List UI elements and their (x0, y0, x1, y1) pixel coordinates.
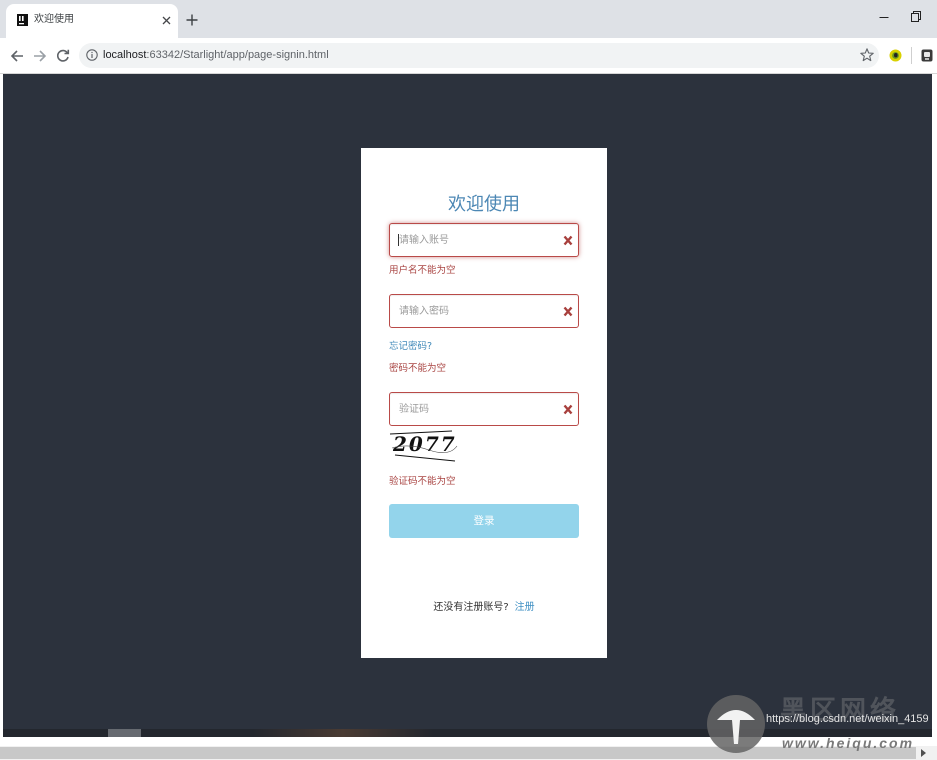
password-error: 密码不能为空 (389, 363, 447, 374)
scroll-right-icon[interactable] (920, 749, 927, 757)
url-text[interactable]: localhost:63342/Starlight/app/page-signi… (103, 48, 329, 63)
captcha-input[interactable] (389, 392, 579, 426)
browser-tab[interactable]: 欢迎使用 (6, 4, 178, 38)
page-bottom-block (108, 729, 141, 737)
scrollbar-thumb[interactable] (0, 747, 916, 759)
register-prompt: 还没有注册账号? (433, 602, 509, 613)
signin-card: 欢迎使用 用户名不能为空 忘记密码? 密码不能为空 2077 验证码不能为空 登… (361, 148, 607, 658)
tab-title: 欢迎使用 (34, 14, 74, 25)
watermark-site: www.heiqu.com (782, 735, 915, 751)
captcha-error: 验证码不能为空 (389, 476, 456, 487)
new-tab-button[interactable] (186, 14, 198, 26)
username-input[interactable] (389, 223, 579, 257)
info-icon[interactable] (86, 49, 98, 61)
reload-button[interactable] (56, 49, 70, 63)
browser-toolbar: localhost:63342/Starlight/app/page-signi… (0, 38, 937, 74)
url-path: :63342/Starlight/app/page-signin.html (146, 49, 329, 61)
yellow-extension-icon[interactable] (889, 49, 902, 62)
captcha-image[interactable]: 2077 (389, 428, 458, 462)
tab-strip: 欢迎使用 (0, 0, 937, 38)
register-link[interactable]: 注册 (515, 602, 535, 613)
password-input[interactable] (389, 294, 579, 328)
reload-icon (57, 49, 70, 62)
restore-window-icon[interactable] (911, 11, 921, 22)
watermark-source-url: https://blog.csdn.net/weixin_4159 (766, 713, 929, 725)
arrow-right-icon (34, 50, 47, 62)
mushroom-logo-icon (705, 694, 767, 754)
password-field (389, 294, 579, 328)
register-prompt-row: 还没有注册账号? 注册 (361, 601, 607, 615)
url-host: localhost (103, 49, 147, 61)
minimize-window-icon[interactable] (879, 12, 889, 22)
forward-button[interactable] (33, 49, 47, 63)
address-bar[interactable]: localhost:63342/Starlight/app/page-signi… (79, 43, 879, 68)
page-title: 欢迎使用 (448, 194, 520, 215)
username-field (389, 223, 579, 257)
dark-extension-icon[interactable] (921, 49, 933, 62)
page-bottom-shade (253, 729, 433, 737)
captcha-field (389, 392, 579, 426)
jetbrains-icon (17, 14, 28, 26)
error-x-icon (563, 404, 573, 415)
captcha-noise-lines (389, 430, 458, 462)
text-cursor (398, 234, 399, 246)
tab-close-icon[interactable] (162, 16, 171, 25)
star-icon[interactable] (860, 48, 874, 62)
back-button[interactable] (10, 49, 24, 63)
forgot-password-link[interactable]: 忘记密码? (389, 340, 432, 353)
login-button[interactable]: 登录 (389, 504, 579, 538)
error-x-icon (563, 235, 573, 246)
arrow-left-icon (10, 50, 23, 62)
error-x-icon (563, 306, 573, 317)
toolbar-separator (911, 47, 912, 64)
username-error: 用户名不能为空 (389, 265, 456, 276)
